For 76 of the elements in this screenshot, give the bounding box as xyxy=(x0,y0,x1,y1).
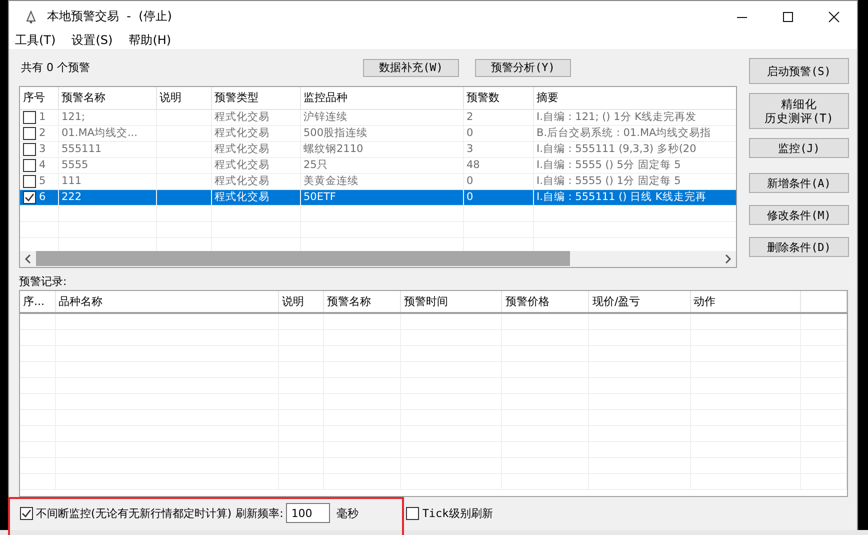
table-cell: I.自编 : 5555 () 1分 固定每 5 xyxy=(536,175,681,187)
unit-label: 毫秒 xyxy=(336,506,358,520)
checkbox-label: 不间断监控(无论有无新行情都定时计算) xyxy=(36,506,232,520)
column-header[interactable]: 预警价格 xyxy=(502,291,589,313)
table-row[interactable]: 4 5555 程式化交易 25只 48 I.自编 : 5555 () 5分 固定每 5 xyxy=(20,157,736,173)
toolbar-button[interactable]: 数据补充(W) xyxy=(363,58,459,76)
table-cell: I.自编 : 555111 (9,3,3) 多秒(20 xyxy=(536,143,696,155)
table-cell: I.自编 : 121; () 1分 K线走完再发 xyxy=(536,111,696,123)
menu-item[interactable]: 设置(S) xyxy=(72,32,113,49)
row-number: 4 xyxy=(39,159,46,171)
field-label: 刷新频率: xyxy=(236,506,284,520)
table-row[interactable]: 2 01.MA均线交... 程式化交易 500股指连续 0 B.后台交易系统 : 01.MA均线交易指 xyxy=(20,125,736,141)
section-label: 预警记录: xyxy=(19,274,68,290)
column-header[interactable]: 序号 xyxy=(20,87,58,109)
table-row[interactable]: 1 121; 程式化交易 沪锌连续 2 I.自编 : 121; () 1分 K线走完再发 xyxy=(20,109,736,125)
column-header[interactable]: 摘要 xyxy=(533,87,736,109)
table-cell: 3 xyxy=(466,143,474,155)
row-number: 1 xyxy=(39,111,46,123)
column-header[interactable]: 说明 xyxy=(156,87,211,109)
column-header[interactable]: 预警类型 xyxy=(211,87,300,109)
table-cell: B.后台交易系统 : 01.MA均线交易指 xyxy=(536,127,712,139)
side-button[interactable]: 监控(J) xyxy=(749,138,849,158)
column-header[interactable]: 预警时间 xyxy=(400,291,502,313)
column-header[interactable]: 预警数 xyxy=(463,87,533,109)
table-cell: 美黄金连续 xyxy=(304,175,358,187)
table-cell: 111 xyxy=(62,175,82,187)
column-header[interactable]: 品种名称 xyxy=(55,291,278,313)
row-number: 6 xyxy=(39,191,46,203)
table-cell: 48 xyxy=(466,159,480,171)
column-header[interactable]: 预警名称 xyxy=(324,291,401,313)
table-cell: 程式化交易 xyxy=(214,111,270,123)
menu-item[interactable]: 帮助(H) xyxy=(128,32,172,49)
side-button[interactable]: 精细化 历史测评(T) xyxy=(749,93,849,129)
table-cell: 01.MA均线交... xyxy=(62,127,138,139)
side-button[interactable]: 新增条件(A) xyxy=(749,173,849,193)
table-cell: 2 xyxy=(466,111,474,123)
toolbar-button[interactable]: 预警分析(Y) xyxy=(475,58,571,76)
refresh-field[interactable]: 100 xyxy=(286,503,330,523)
column-header[interactable]: 预警名称 xyxy=(58,87,156,109)
checkbox-label: Tick级别刷新 xyxy=(422,506,493,520)
table-row[interactable]: 3 555111 程式化交易 螺纹钢2110 3 I.自编 : 555111 (9,3,3) 多秒(20 xyxy=(20,141,736,157)
column-header[interactable]: 现价/盈亏 xyxy=(588,291,690,313)
table-cell: I.自编 : 555111 () 日线 K线走完再 xyxy=(536,191,706,203)
table-cell: 222 xyxy=(62,191,82,203)
table-cell: 25只 xyxy=(304,159,328,171)
table-cell: 50ETF xyxy=(304,191,336,203)
table-cell: 沪锌连续 xyxy=(304,111,348,123)
table-cell: 程式化交易 xyxy=(214,143,270,155)
table-cell: 程式化交易 xyxy=(214,127,270,139)
column-header[interactable]: 序... xyxy=(20,291,56,313)
table-cell: 程式化交易 xyxy=(214,191,270,203)
row-number: 3 xyxy=(39,143,46,155)
table-row[interactable]: 5 111 程式化交易 美黄金连续 0 I.自编 : 5555 () 1分 固定每 5 xyxy=(20,173,736,189)
side-button[interactable]: 启动预警(S) xyxy=(749,58,849,84)
table-cell: 0 xyxy=(466,175,474,187)
column-header[interactable]: 监控品种 xyxy=(300,87,463,109)
table-cell: 121; xyxy=(62,111,86,123)
row-number: 2 xyxy=(39,127,46,139)
table-cell: 555111 xyxy=(62,143,102,155)
table-cell: 0 xyxy=(466,191,474,203)
table-cell: 螺纹钢2110 xyxy=(304,143,364,155)
table-cell: 0 xyxy=(466,127,474,139)
window-title: 本地预警交易 - (停止) xyxy=(47,8,172,25)
row-number: 5 xyxy=(39,175,46,187)
table-cell: 5555 xyxy=(62,159,88,171)
table-row[interactable]: 6 222 程式化交易 50ETF 0 I.自编 : 555111 () 日线 K线走完再 xyxy=(20,189,736,205)
table-cell: 500股指连续 xyxy=(304,127,368,139)
menu-item[interactable]: 工具(T) xyxy=(15,32,56,49)
column-header[interactable]: 动作 xyxy=(690,291,800,313)
side-button[interactable]: 删除条件(D) xyxy=(749,237,849,257)
table-cell: I.自编 : 5555 () 5分 固定每 5 xyxy=(536,159,681,171)
side-button[interactable]: 修改条件(M) xyxy=(749,205,849,225)
alert-count: 共有 0 个预警 xyxy=(20,60,91,75)
table-cell: 程式化交易 xyxy=(214,159,270,171)
column-header[interactable]: 说明 xyxy=(278,291,324,313)
table-cell: 程式化交易 xyxy=(214,175,270,187)
